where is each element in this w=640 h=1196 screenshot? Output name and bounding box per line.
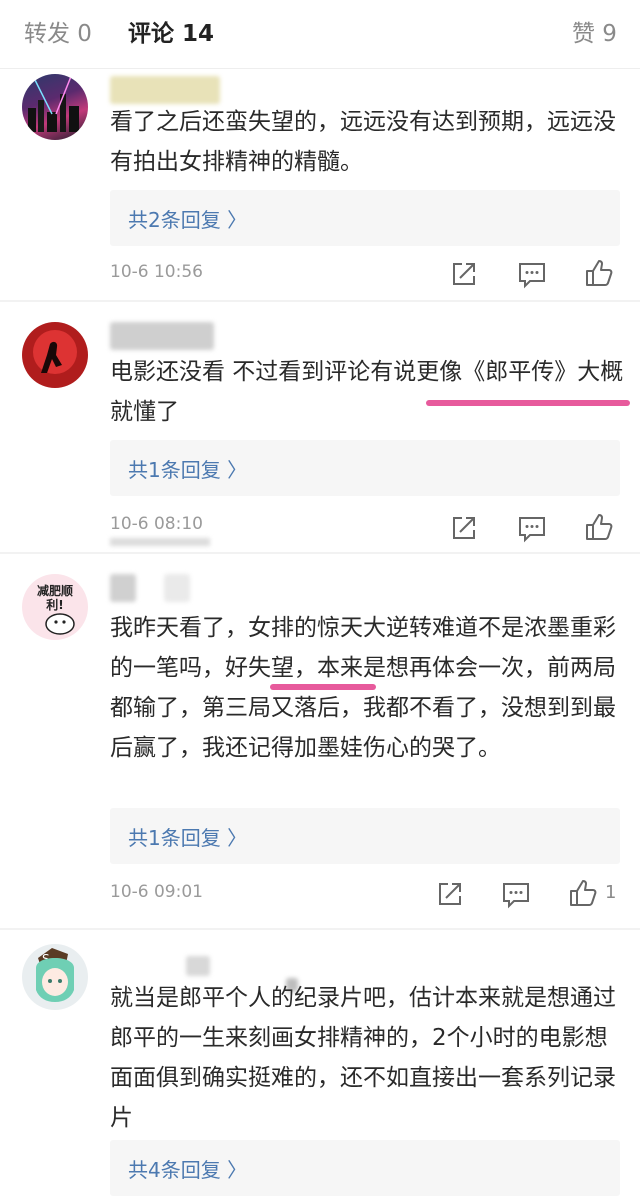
comment-item: 电影还没看 不过看到评论有说更像《郎平传》大概就懂了 共1条回复 〉 10-6 … <box>0 316 640 546</box>
tab-comments[interactable]: 评论 14 <box>128 14 214 48</box>
comment-divider <box>0 300 640 302</box>
reply-count-link[interactable]: 共1条回复 〉 <box>128 454 247 483</box>
reply-count-link[interactable]: 共2条回复 〉 <box>128 204 247 233</box>
username-blurred <box>186 956 210 976</box>
anime-girl-image: S <box>36 948 74 1002</box>
reply-summary[interactable]: 共2条回复 〉 <box>110 190 620 246</box>
comment-time: 10-6 09:01 <box>110 882 203 902</box>
highlight-underline <box>270 684 376 690</box>
username-blurred <box>110 574 136 602</box>
tab-likes[interactable]: 赞 9 <box>572 14 617 48</box>
comment-icon[interactable] <box>516 512 548 544</box>
blur-smudge <box>110 538 210 546</box>
username-blurred <box>110 76 220 104</box>
avatar[interactable]: S <box>22 944 88 1010</box>
comment-item: 看了之后还蛮失望的，远远没有达到预期，远远没有拍出女排精神的精髓。 共2条回复 … <box>0 70 640 300</box>
avatar[interactable]: 减肥顺利! <box>22 574 88 640</box>
reply-summary[interactable]: 共1条回复 〉 <box>110 808 620 864</box>
comment-time: 10-6 08:10 <box>110 514 203 534</box>
comment-icon[interactable] <box>516 258 548 290</box>
reply-count-link[interactable]: 共4条回复 〉 <box>128 1154 247 1183</box>
comment-text: 就当是郎平个人的纪录片吧，估计本来就是想通过郎平的一生来刻画女排精神的，2个小时… <box>110 985 616 1131</box>
comment-icon[interactable] <box>500 878 532 910</box>
reply-summary[interactable]: 共4条回复 〉 <box>110 1140 620 1196</box>
avatar[interactable] <box>22 74 88 140</box>
like-icon[interactable] <box>583 511 615 543</box>
comment-text: 看了之后还蛮失望的，远远没有达到预期，远远没有拍出女排精神的精髓。 <box>110 109 616 175</box>
comment-time: 10-6 10:56 <box>110 262 203 282</box>
repost-icon[interactable] <box>448 258 480 290</box>
comment-text: 电影还没看 不过看到评论有说更像《郎平传》大概就懂了 <box>110 359 624 425</box>
comment-divider <box>0 928 640 930</box>
city-night-image <box>28 74 79 132</box>
username-blurred <box>110 322 214 350</box>
comment-tabs: 转发 0 评论 14 赞 9 <box>0 0 640 66</box>
comment-item: 减肥顺利! 我昨天看了，女排的惊天大逆转难道不是浓墨重彩的一笔吗，好失望，本来是… <box>0 566 640 928</box>
like-icon[interactable] <box>567 877 599 909</box>
cartoon-face-image <box>45 613 75 635</box>
tab-repost[interactable]: 转发 0 <box>24 14 92 48</box>
reply-summary[interactable]: 共1条回复 〉 <box>110 440 620 496</box>
tab-divider <box>0 68 640 69</box>
reply-count-link[interactable]: 共1条回复 〉 <box>128 822 247 851</box>
comment-item: S 就当是郎平个人的纪录片吧，估计本来就是想通过郎平的一生来刻画女排精神的，2个… <box>0 936 640 1196</box>
like-icon[interactable] <box>583 257 615 289</box>
username-blurred <box>164 574 190 602</box>
comment-divider <box>0 552 640 554</box>
repost-icon[interactable] <box>434 878 466 910</box>
like-count: 1 <box>605 882 617 903</box>
avatar[interactable] <box>22 322 88 388</box>
repost-icon[interactable] <box>448 512 480 544</box>
highlight-underline <box>426 400 630 406</box>
silhouette-image <box>33 330 77 374</box>
